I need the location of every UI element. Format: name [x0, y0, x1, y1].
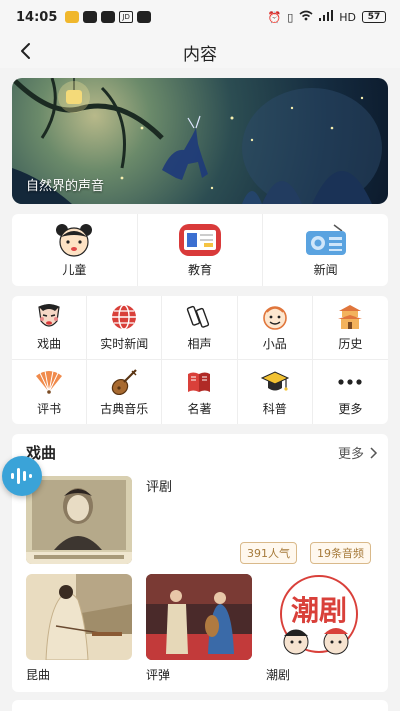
jd-app-icon: JD — [119, 11, 133, 23]
floating-audio-button[interactable] — [2, 456, 42, 496]
banner[interactable]: 自然界的声音 — [12, 78, 388, 204]
pipa-icon — [112, 368, 138, 395]
category-label: 戏曲 — [37, 337, 62, 351]
child-face-icon — [56, 223, 93, 257]
category-grid: 戏曲 实时新闻 相声 小品 历史 评书 古典音乐 名著 科普 更多 — [12, 296, 388, 424]
alarm-icon: ⏰ — [267, 10, 282, 24]
tile-pingtan[interactable] — [146, 574, 252, 660]
kunqu-cover-image — [26, 574, 132, 660]
pingtan-cover-image — [146, 574, 252, 660]
category-crosstalk[interactable]: 相声 — [162, 296, 238, 360]
chevron-right-icon — [370, 446, 378, 459]
category-news[interactable]: 新闻 — [263, 214, 388, 286]
tile-label: 评弹 — [146, 668, 171, 682]
wifi-icon — [299, 10, 313, 24]
category-realtime-news[interactable]: 实时新闻 — [87, 296, 163, 360]
radio-icon — [305, 223, 346, 255]
tile-label: 潮剧 — [266, 668, 291, 682]
fan-slips-icon — [187, 305, 210, 328]
chaoju-logo-image: 潮剧 — [266, 574, 372, 660]
smiley-face-icon — [262, 306, 287, 330]
book-icon — [188, 372, 211, 392]
signal-icon — [319, 10, 334, 24]
graduation-cap-icon — [260, 370, 289, 391]
category-label: 教育 — [188, 262, 213, 277]
network-type: HD — [339, 10, 356, 24]
tile-chaoju[interactable]: 潮剧 — [266, 574, 372, 660]
status-bar: 14:05 JD ⏰ ▯ HD 57 — [0, 0, 400, 34]
page-title: 内容 — [183, 45, 217, 65]
folding-fan-icon — [36, 370, 63, 394]
category-science[interactable]: 科普 — [238, 360, 313, 424]
category-classical-music[interactable]: 古典音乐 — [87, 360, 163, 424]
category-sketch[interactable]: 小品 — [237, 296, 313, 360]
category-classics[interactable]: 名著 — [162, 360, 238, 424]
category-more[interactable]: 更多 — [313, 360, 388, 424]
nav-bar: 内容 — [0, 34, 400, 68]
category-label: 实时新闻 — [100, 337, 149, 351]
battery-level: 57 — [367, 12, 381, 22]
category-label: 更多 — [338, 401, 363, 416]
featured-title[interactable]: 评剧 — [146, 476, 172, 495]
category-label: 儿童 — [62, 262, 87, 277]
category-storytelling[interactable]: 评书 — [12, 360, 88, 424]
more-dots-icon — [338, 378, 362, 385]
status-time: 14:05 — [16, 9, 58, 25]
more-label: 更多 — [337, 447, 364, 462]
category-label: 古典音乐 — [100, 401, 149, 416]
chat-app-icon — [83, 11, 98, 23]
audio-wave-icon — [11, 468, 32, 484]
category-opera[interactable]: 戏曲 — [12, 296, 88, 360]
featured-cover[interactable] — [26, 476, 132, 564]
battery-icon: 57 — [362, 11, 386, 23]
category-label: 新闻 — [313, 262, 338, 277]
section-more-link[interactable]: 更多 — [338, 443, 378, 462]
chaoju-logo-text: 潮剧 — [291, 594, 347, 627]
popularity-badge: 391人气 — [240, 542, 297, 564]
globe-icon — [112, 304, 137, 330]
category-label: 科普 — [262, 401, 287, 416]
app-notification-icon — [101, 11, 116, 23]
audio-count-badge: 19条音频 — [310, 542, 371, 564]
category-children[interactable]: 儿童 — [12, 214, 138, 286]
pagoda-icon — [338, 305, 363, 329]
featured-portrait-image — [26, 476, 132, 564]
banner-title: 自然界的声音 — [26, 179, 105, 194]
app-notification-icon-2 — [136, 11, 151, 23]
category-history[interactable]: 历史 — [312, 296, 388, 360]
tile-label: 昆曲 — [26, 668, 51, 682]
opera-section: 戏曲 更多 评剧 391人气 19条音频 昆曲 评弹 潮剧 潮剧 — [12, 434, 388, 692]
notification-icons: JD — [65, 11, 151, 23]
top-categories: 儿童 教育 新闻 — [12, 214, 388, 286]
vibrate-icon: ▯ — [287, 10, 294, 24]
category-education[interactable]: 教育 — [138, 214, 264, 286]
category-label: 历史 — [338, 337, 363, 351]
category-label: 评书 — [37, 401, 62, 416]
category-label: 小品 — [262, 337, 287, 351]
category-label: 相声 — [187, 337, 212, 351]
tile-kunqu[interactable] — [26, 574, 132, 660]
category-label: 名著 — [187, 401, 212, 416]
opera-mask-icon — [38, 304, 60, 327]
next-section-card — [12, 700, 388, 711]
education-board-icon — [179, 223, 221, 256]
system-indicators: ⏰ ▯ HD 57 — [267, 10, 386, 24]
voice-app-icon — [65, 11, 80, 23]
